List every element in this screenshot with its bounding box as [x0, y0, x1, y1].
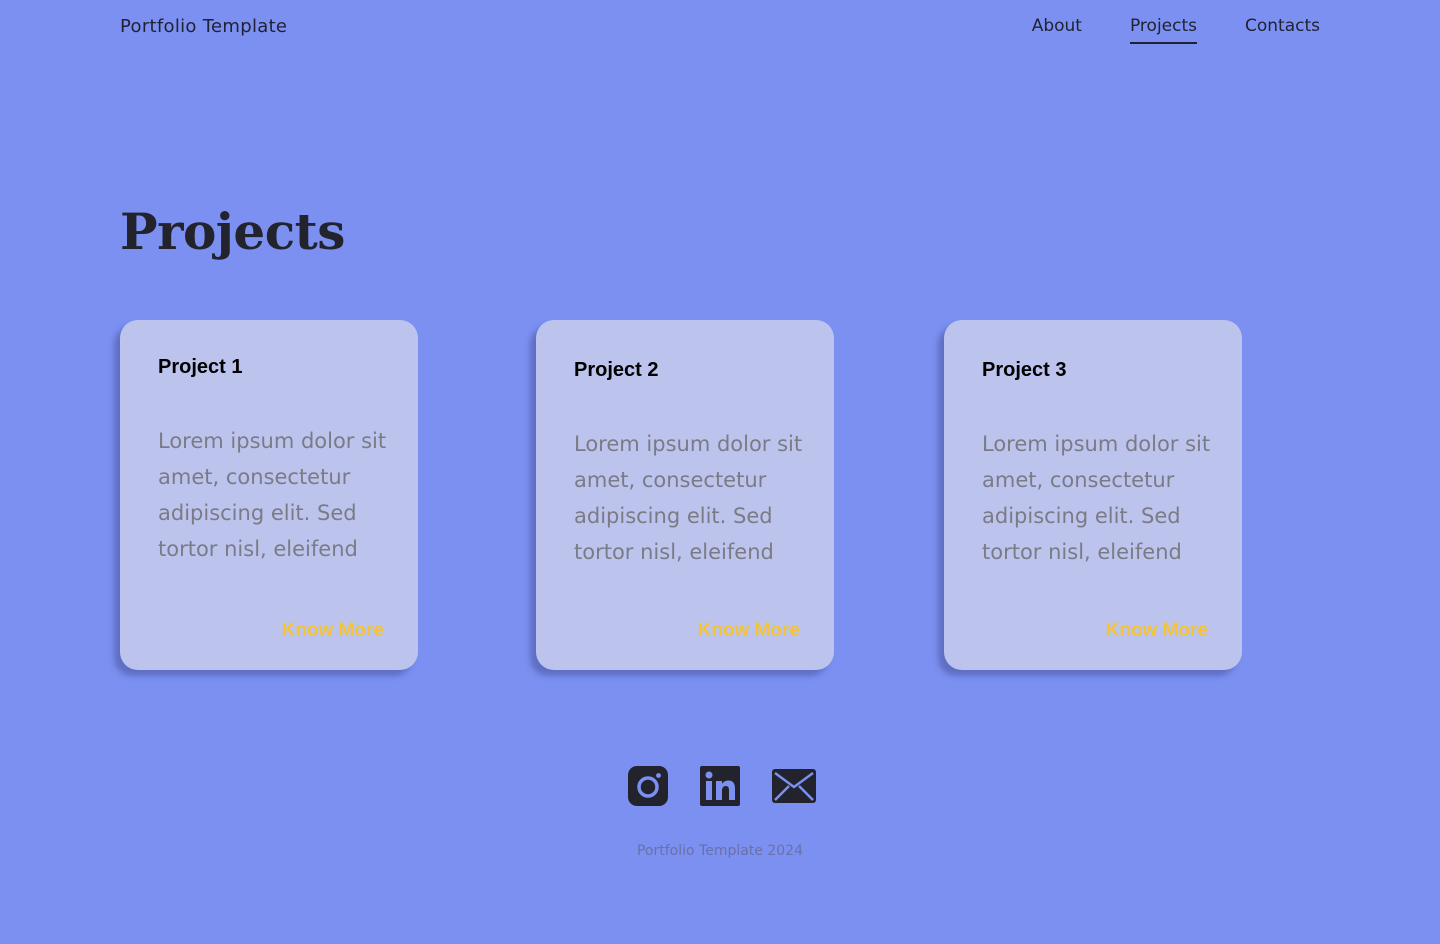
main-nav: About Projects Contacts	[1032, 16, 1320, 44]
project-card-description: Lorem ipsum dolor sit amet, consectetur …	[982, 432, 1211, 564]
page: Portfolio Template About Projects Contac…	[0, 0, 1440, 944]
know-more-link[interactable]: Know More	[1106, 620, 1208, 642]
project-card-3: Project 3 Lorem ipsum dolor sit amet, co…	[944, 320, 1242, 670]
nav-contacts[interactable]: Contacts	[1245, 16, 1320, 44]
linkedin-icon	[700, 766, 740, 806]
page-title: Projects	[120, 202, 345, 261]
project-card-title: Project 1	[158, 356, 243, 378]
project-card-2: Project 2 Lorem ipsum dolor sit amet, co…	[536, 320, 834, 670]
nav-projects[interactable]: Projects	[1129, 16, 1197, 44]
project-card-1: Project 1 Lorem ipsum dolor sit amet, co…	[120, 320, 418, 670]
linkedin-link[interactable]	[700, 766, 740, 810]
instagram-icon	[628, 766, 668, 806]
project-card-title: Project 3	[982, 359, 1067, 381]
email-icon	[772, 769, 816, 803]
email-link[interactable]	[772, 769, 816, 807]
know-more-link[interactable]: Know More	[698, 620, 800, 642]
know-more-link[interactable]: Know More	[282, 620, 384, 642]
project-card-description: Lorem ipsum dolor sit amet, consectetur …	[158, 429, 387, 561]
social-links	[628, 766, 816, 810]
instagram-link[interactable]	[628, 766, 668, 810]
project-card-description: Lorem ipsum dolor sit amet, consectetur …	[574, 432, 803, 564]
nav-about[interactable]: About	[1032, 16, 1082, 44]
project-card-title: Project 2	[574, 359, 659, 381]
brand-logo-link[interactable]: Portfolio Template	[120, 16, 287, 37]
footer-copyright: Portfolio Template 2024	[636, 843, 803, 859]
